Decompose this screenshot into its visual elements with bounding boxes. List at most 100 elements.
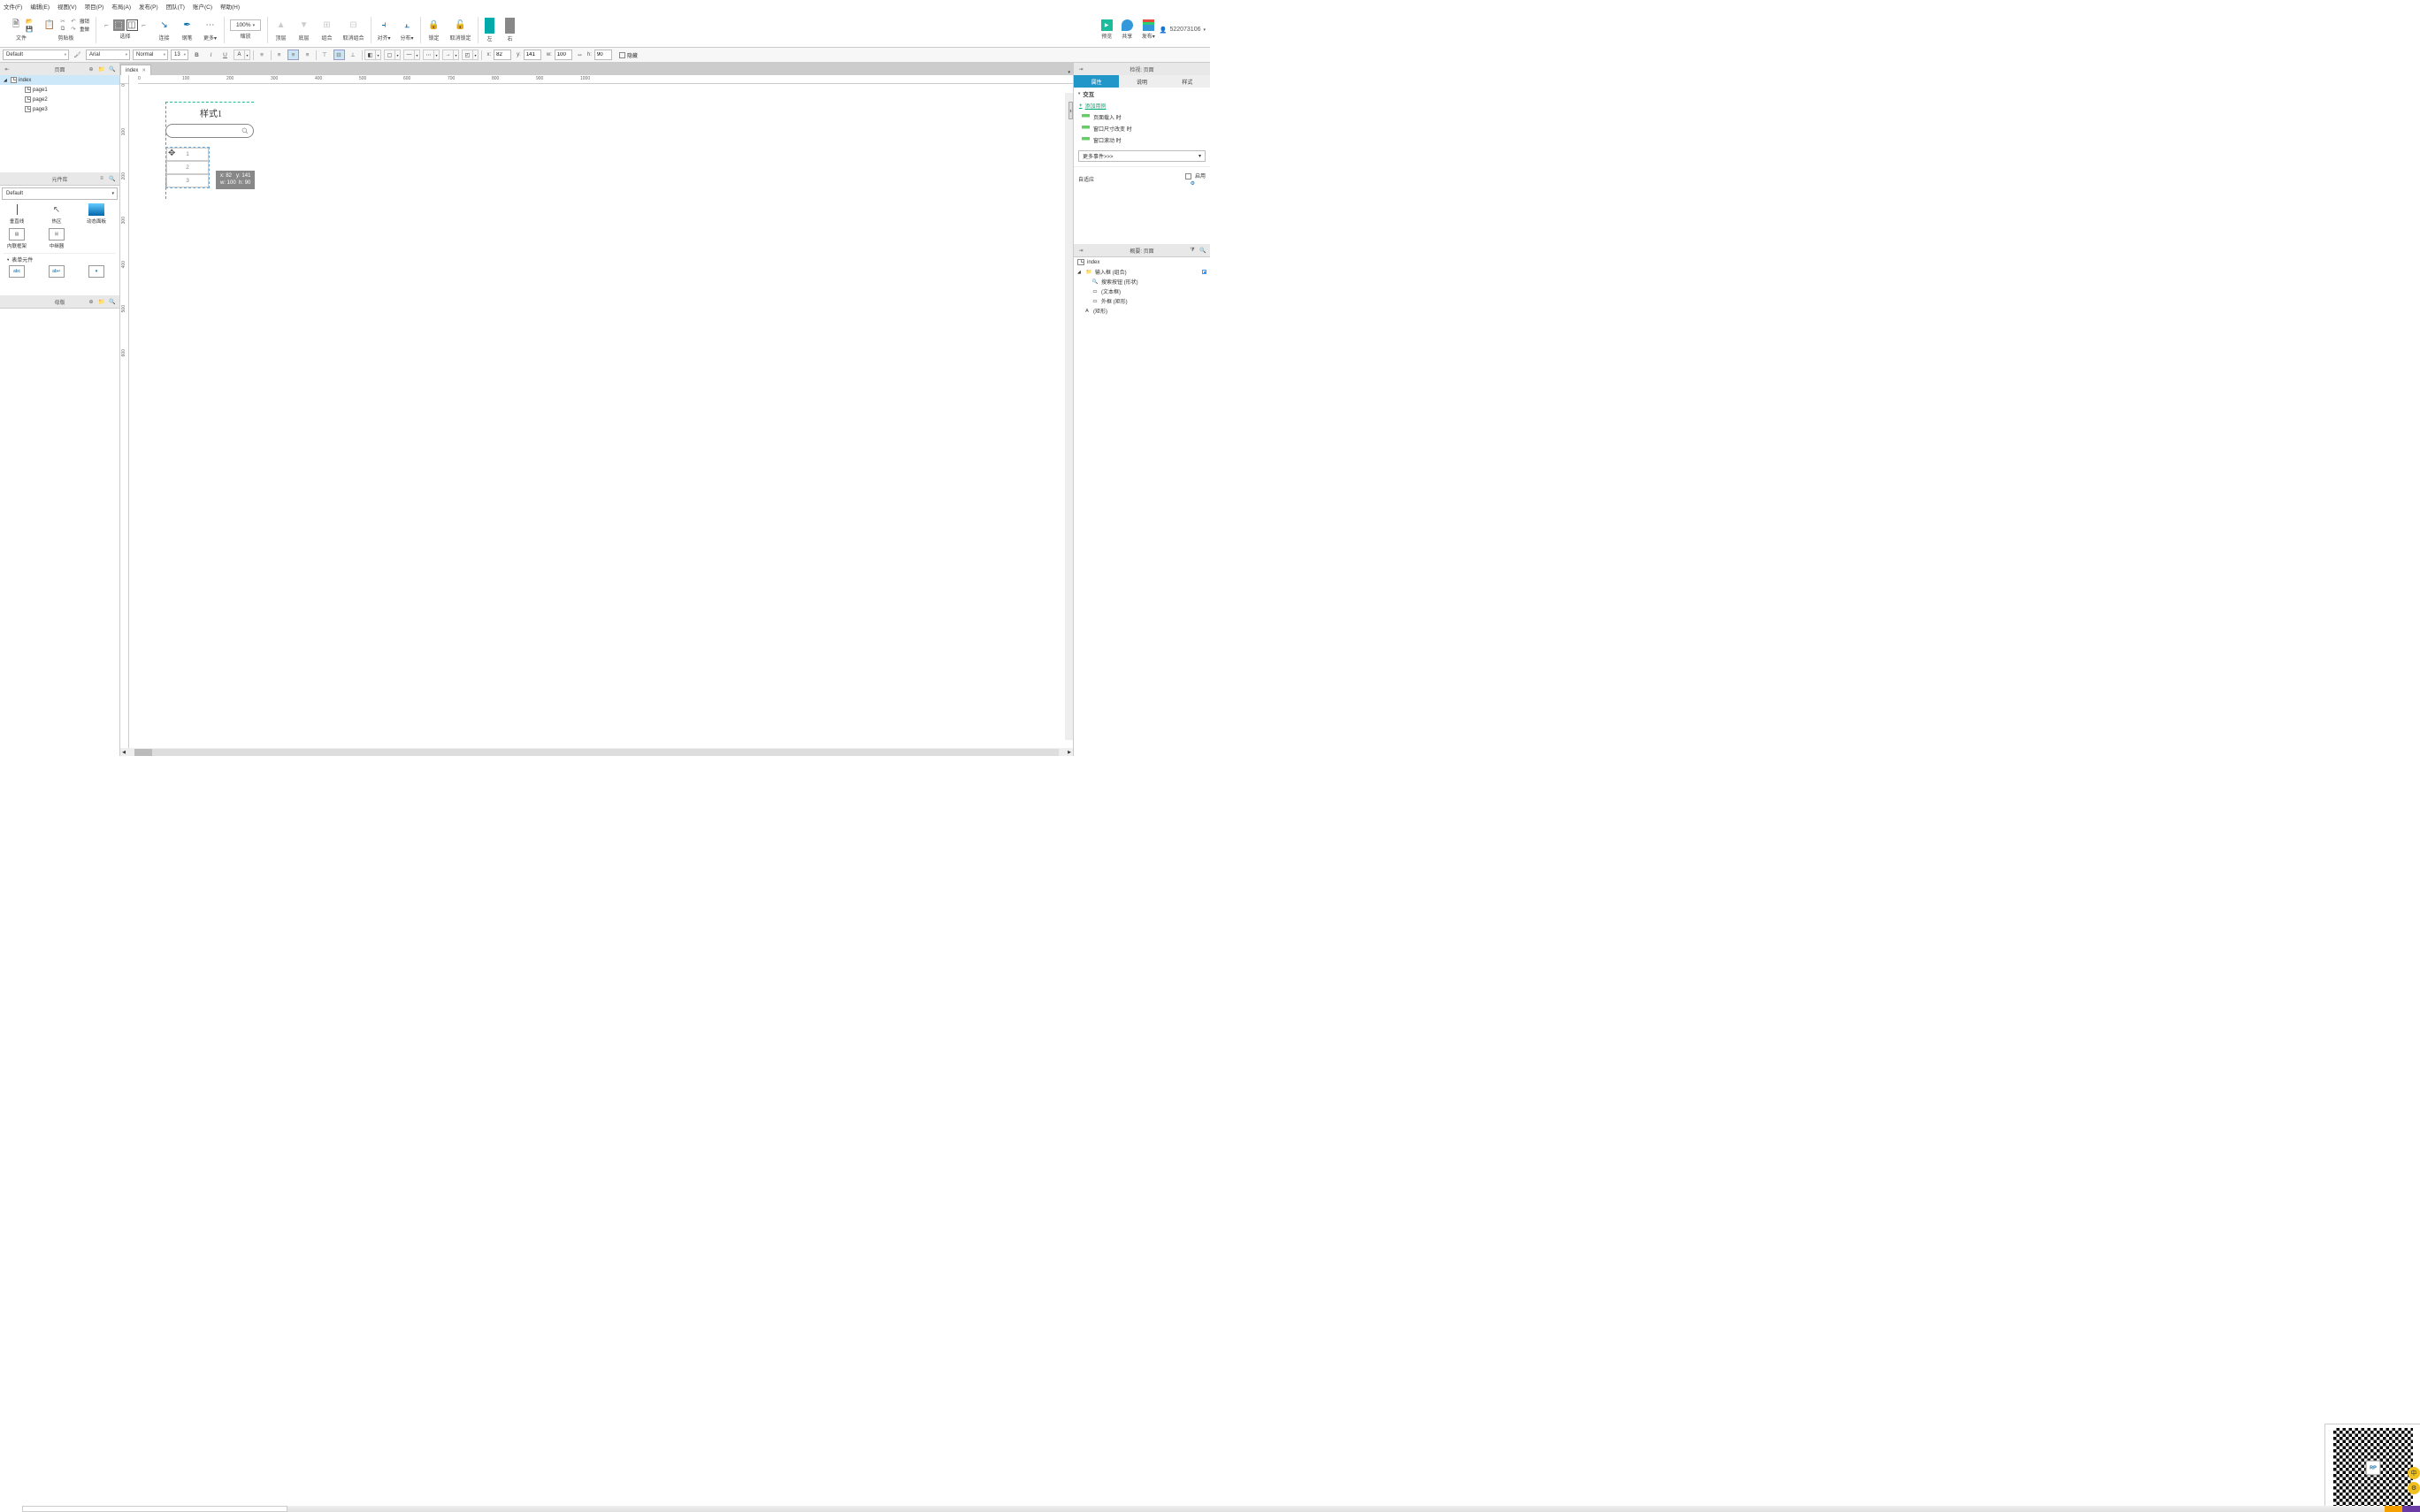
ruler-vertical[interactable]: 0 100 200 300 400 500 600 xyxy=(120,84,129,748)
repeater-row[interactable]: 2 xyxy=(166,161,209,174)
publish-icon[interactable] xyxy=(1143,19,1154,31)
add-page-icon[interactable]: ⊕ xyxy=(88,65,95,73)
menu-project[interactable]: 项目(P) xyxy=(85,2,104,11)
widget-droplist[interactable]: ▾ xyxy=(83,265,110,278)
align-left-button[interactable]: ≡ xyxy=(273,50,285,60)
h-input[interactable] xyxy=(594,50,612,60)
align-center-button[interactable]: ≡ xyxy=(287,50,299,60)
size-select[interactable]: 13 xyxy=(171,50,188,60)
valign-top-button[interactable]: ⊤ xyxy=(319,50,331,60)
undo-button[interactable]: ↶撤销 xyxy=(69,18,89,25)
select-group[interactable]: ⌐ ⬚ ◫ ⌐ 选择 xyxy=(98,12,153,47)
ruler-horizontal[interactable]: 0 100 200 300 400 500 600 700 800 900 10… xyxy=(138,75,1073,84)
y-input[interactable] xyxy=(524,50,541,60)
page-page2[interactable]: page2 xyxy=(0,95,119,104)
valign-bottom-button[interactable]: ⊥ xyxy=(348,50,359,60)
align-group[interactable]: ⫞ 对齐▾ xyxy=(372,12,395,47)
paste-icon[interactable]: 📋 xyxy=(42,19,57,33)
share-icon[interactable] xyxy=(1122,19,1133,31)
cut-icon[interactable]: ✂ xyxy=(58,18,67,25)
menu-file[interactable]: 文件(F) xyxy=(4,2,22,11)
bold-button[interactable]: B xyxy=(191,50,203,60)
select-mode-a-icon[interactable]: ⌐ xyxy=(103,22,111,29)
preview-group[interactable]: ▶ 预览 xyxy=(1097,12,1117,47)
widgets-menu-icon[interactable]: ≡ xyxy=(98,175,105,182)
tab-properties[interactable]: 属性 xyxy=(1074,75,1119,88)
select-mode-b-icon[interactable]: ⌐ xyxy=(140,22,149,29)
add-folder-icon[interactable]: 📁 xyxy=(98,65,105,73)
tab-style[interactable]: 样式 xyxy=(1165,75,1210,88)
collapse-right-icon[interactable]: ⇥ xyxy=(1077,65,1084,73)
add-master-icon[interactable]: ⊕ xyxy=(88,298,95,305)
search-masters-icon[interactable]: 🔍 xyxy=(109,298,116,305)
more-events-select[interactable]: 更多事件>>> xyxy=(1078,150,1206,162)
w-input[interactable] xyxy=(555,50,572,60)
widget-textarea[interactable]: ab↵ xyxy=(43,265,70,278)
more-group[interactable]: ⋯ 更多▾ xyxy=(199,12,222,47)
select-icon[interactable]: ⬚ xyxy=(113,19,125,31)
align-right-group[interactable]: 右 xyxy=(500,12,520,47)
style-painter-icon[interactable]: 🖌 xyxy=(72,50,83,60)
collapse-left-icon[interactable]: ⇤ xyxy=(4,65,11,73)
menu-view[interactable]: 视图(V) xyxy=(57,2,77,11)
add-case-link[interactable]: 添加用例 xyxy=(1074,100,1210,111)
underline-button[interactable]: U xyxy=(219,50,231,60)
side-icon-2[interactable]: ⚙ xyxy=(2408,1482,2420,1494)
scrollbar-horizontal[interactable]: ◀ ▶ xyxy=(120,748,1073,756)
zoom-select[interactable]: 100% xyxy=(230,19,261,31)
adaptive-settings-icon[interactable]: ⚙ xyxy=(1189,179,1196,187)
connect-group[interactable]: ↘ 连接 xyxy=(153,12,176,47)
line-width-button[interactable]: —▾ xyxy=(403,50,420,60)
tab-notes[interactable]: 说明 xyxy=(1119,75,1164,88)
share-group[interactable]: 共享 xyxy=(1117,12,1137,47)
preview-icon[interactable]: ▶ xyxy=(1101,19,1113,31)
enable-checkbox[interactable] xyxy=(1185,173,1191,179)
page-index[interactable]: ◢ index xyxy=(0,75,119,85)
widget-dynamic-panel[interactable]: 动态面板 xyxy=(83,203,110,225)
collapse-outline-icon[interactable]: ⇥ xyxy=(1077,247,1084,254)
outline-group-input[interactable]: ◢ 📁 输入框 (组合) xyxy=(1074,267,1210,277)
align-right-icon[interactable] xyxy=(505,18,515,34)
publish-group[interactable]: 发布▾ xyxy=(1137,12,1160,47)
widget-vline[interactable]: 垂直线 xyxy=(4,203,30,225)
bullet-button[interactable]: ≡ xyxy=(257,50,268,60)
style-select[interactable]: Default xyxy=(3,50,69,60)
more-icon[interactable]: ⋯ xyxy=(203,19,218,33)
line-style-button[interactable]: ⋯▾ xyxy=(423,50,440,60)
widget-textfield[interactable]: abc xyxy=(4,265,30,278)
scrollbar-vertical[interactable] xyxy=(1065,93,1073,740)
italic-button[interactable]: I xyxy=(205,50,217,60)
align-icon[interactable]: ⫞ xyxy=(377,19,391,33)
distribute-group[interactable]: ⫠ 分布▾ xyxy=(395,12,418,47)
new-file-icon[interactable]: 🗎 xyxy=(9,19,23,33)
canvas-text-style1[interactable]: 样式1 xyxy=(200,106,222,119)
outline-filter-icon[interactable]: ⧩ xyxy=(1189,247,1196,254)
library-select[interactable]: Default xyxy=(2,187,118,200)
x-input[interactable] xyxy=(494,50,511,60)
fill-color-button[interactable]: ◧▾ xyxy=(364,50,381,60)
search-pages-icon[interactable]: 🔍 xyxy=(109,65,116,73)
align-right-button[interactable]: ≡ xyxy=(302,50,313,60)
text-color-button[interactable]: A▾ xyxy=(234,50,250,60)
valign-middle-button[interactable]: ⊟ xyxy=(333,50,345,60)
widget-iframe[interactable]: ▤ 内联框架 xyxy=(4,228,30,249)
outline-textbox[interactable]: ▭ (文本框) xyxy=(1074,286,1210,296)
copy-icon[interactable]: ⧉ xyxy=(58,26,67,33)
tree-toggle-icon[interactable]: ◢ xyxy=(1077,270,1083,275)
outline-index[interactable]: index xyxy=(1074,257,1210,267)
outline-search-button[interactable]: 🔍 搜索按钮 (形状) xyxy=(1074,277,1210,286)
form-section[interactable]: 表单元件 xyxy=(4,253,116,265)
widget-repeater[interactable]: ⊞ 中继器 xyxy=(43,228,70,249)
side-icon-1[interactable]: 中 xyxy=(2408,1467,2420,1479)
lock-wh-icon[interactable]: ⇿ xyxy=(578,52,582,58)
tree-toggle-icon[interactable]: ◢ xyxy=(4,78,9,83)
connect-icon[interactable]: ↘ xyxy=(157,19,172,33)
repeater-row[interactable]: 3 xyxy=(166,174,209,187)
guide-horizontal[interactable] xyxy=(165,102,254,103)
taskbar-item[interactable] xyxy=(2402,1506,2420,1512)
page-page1[interactable]: page1 xyxy=(0,85,119,95)
open-icon[interactable]: 📂 xyxy=(25,18,34,25)
align-left-group[interactable]: 左 xyxy=(479,12,500,47)
interactions-header[interactable]: 交互 xyxy=(1074,88,1210,100)
hidden-checkbox[interactable]: 隐藏 xyxy=(619,51,638,59)
